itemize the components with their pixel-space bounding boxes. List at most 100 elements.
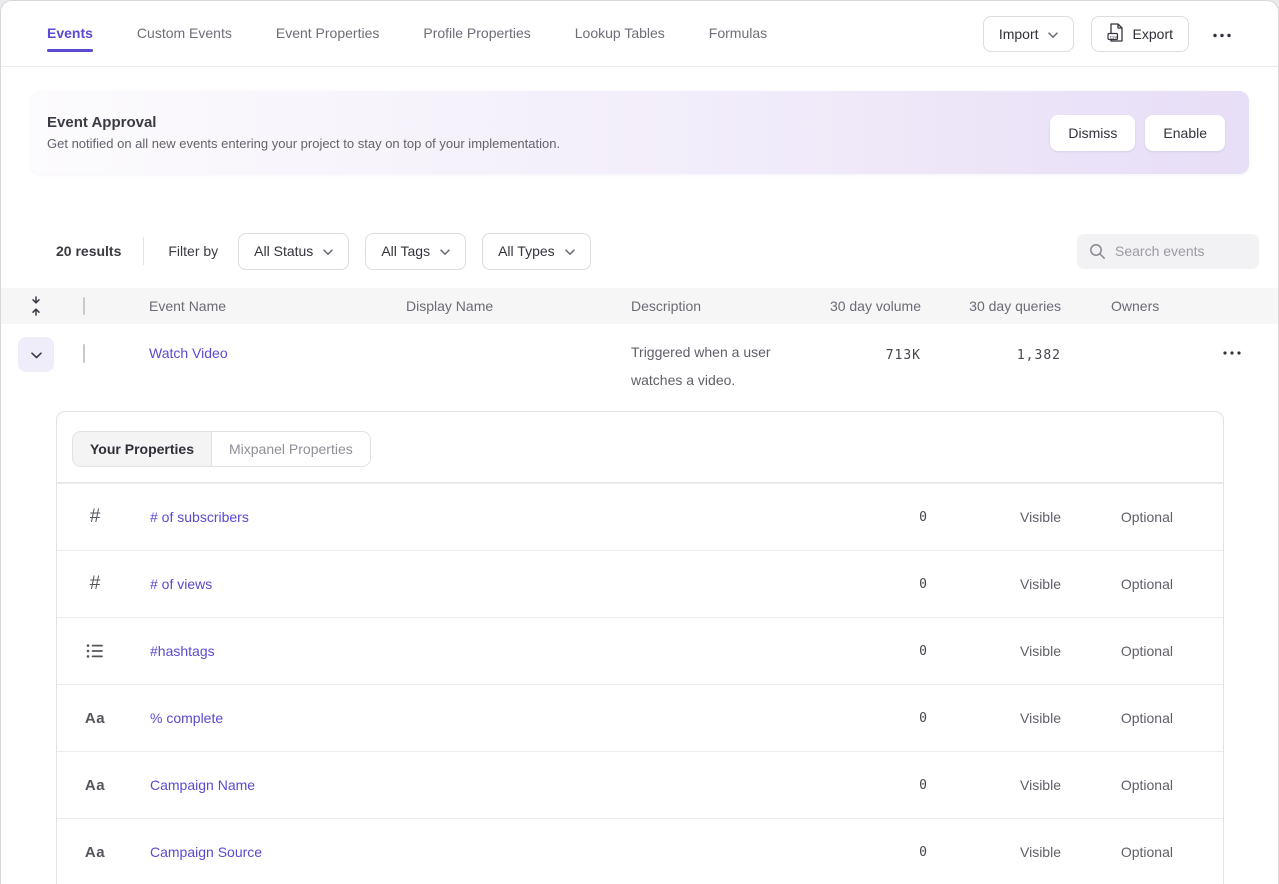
tab-label: Profile Properties bbox=[423, 25, 530, 41]
divider bbox=[143, 237, 144, 265]
event-properties-panel: Your Properties Mixpanel Properties # # … bbox=[56, 411, 1224, 884]
property-requirement: Optional bbox=[1061, 844, 1173, 860]
tab-formulas[interactable]: Formulas bbox=[709, 1, 767, 41]
queries-value: 1,382 bbox=[1017, 348, 1061, 363]
property-requirement: Optional bbox=[1061, 576, 1173, 592]
filter-bar: 20 results Filter by All Status All Tags… bbox=[1, 233, 1278, 269]
property-name-link[interactable]: # of subscribers bbox=[150, 509, 878, 525]
table-header-row: Event Name Display Name Description 30 d… bbox=[1, 288, 1278, 324]
row-checkbox[interactable] bbox=[83, 344, 85, 363]
tab-label: Formulas bbox=[709, 25, 767, 41]
column-header-owners: Owners bbox=[1061, 298, 1211, 314]
ellipsis-icon bbox=[1212, 26, 1232, 41]
panel-tabs-area: Your Properties Mixpanel Properties bbox=[57, 412, 1223, 483]
property-visibility: Visible bbox=[928, 710, 1061, 726]
column-header-queries: 30 day queries bbox=[921, 298, 1061, 314]
tab-label: Custom Events bbox=[137, 25, 232, 41]
collapse-all-icon[interactable] bbox=[29, 294, 45, 318]
banner-text: Event Approval Get notified on all new e… bbox=[47, 114, 1050, 151]
select-all-checkbox[interactable] bbox=[83, 297, 85, 315]
tab-lookup-tables[interactable]: Lookup Tables bbox=[575, 1, 665, 41]
nav-actions: Import csv Export bbox=[983, 16, 1238, 52]
csv-file-icon: csv bbox=[1107, 23, 1124, 45]
chevron-down-icon bbox=[323, 243, 333, 259]
lexicon-page: Events Custom Events Event Properties Pr… bbox=[0, 0, 1279, 884]
property-name-link[interactable]: #hashtags bbox=[150, 643, 878, 659]
table-row: Watch Video Triggered when a user watche… bbox=[1, 324, 1278, 411]
property-visibility: Visible bbox=[928, 643, 1061, 659]
property-row: Aa % complete 0 Visible Optional bbox=[57, 684, 1223, 751]
status-filter-label: All Status bbox=[254, 243, 313, 259]
property-row: # # of views 0 Visible Optional bbox=[57, 550, 1223, 617]
tab-label: Lookup Tables bbox=[575, 25, 665, 41]
tab-profile-properties[interactable]: Profile Properties bbox=[423, 1, 530, 41]
search-box bbox=[1077, 234, 1259, 269]
row-more-options-button[interactable] bbox=[1217, 339, 1247, 362]
column-header-volume: 30 day volume bbox=[821, 298, 921, 314]
event-name-link[interactable]: Watch Video bbox=[149, 344, 228, 361]
property-visibility: Visible bbox=[928, 576, 1061, 592]
chevron-down-icon bbox=[1048, 26, 1058, 42]
text-type-icon: Aa bbox=[85, 844, 105, 861]
export-button[interactable]: csv Export bbox=[1091, 16, 1189, 52]
svg-text:csv: csv bbox=[1109, 35, 1117, 40]
property-row: # # of subscribers 0 Visible Optional bbox=[57, 483, 1223, 550]
filter-dropdowns: All Status All Tags All Types bbox=[238, 233, 590, 270]
property-name-link[interactable]: Campaign Source bbox=[150, 844, 878, 860]
property-row: Aa Campaign Source 0 Visible Optional bbox=[57, 818, 1223, 884]
property-row: Aa Campaign Name 0 Visible Optional bbox=[57, 751, 1223, 818]
number-type-icon: # bbox=[85, 573, 105, 595]
property-name-link[interactable]: % complete bbox=[150, 710, 878, 726]
event-approval-banner: Event Approval Get notified on all new e… bbox=[31, 91, 1249, 174]
tab-your-properties[interactable]: Your Properties bbox=[73, 432, 212, 466]
tab-label: Events bbox=[47, 25, 93, 41]
property-name-link[interactable]: # of views bbox=[150, 576, 878, 592]
active-tab-underline bbox=[47, 49, 93, 52]
display-name-cell bbox=[406, 324, 631, 344]
volume-value: 713K bbox=[886, 348, 921, 363]
column-header-display-name: Display Name bbox=[406, 298, 631, 314]
owners-cell bbox=[1061, 324, 1211, 344]
property-value: 0 bbox=[878, 778, 928, 793]
types-filter-label: All Types bbox=[498, 243, 555, 259]
more-options-button[interactable] bbox=[1206, 22, 1238, 45]
tab-event-properties[interactable]: Event Properties bbox=[276, 1, 380, 41]
types-filter-dropdown[interactable]: All Types bbox=[482, 233, 591, 270]
banner-description: Get notified on all new events entering … bbox=[47, 136, 1050, 151]
property-value: 0 bbox=[878, 845, 928, 860]
tags-filter-dropdown[interactable]: All Tags bbox=[365, 233, 466, 270]
import-button[interactable]: Import bbox=[983, 16, 1074, 52]
top-navigation: Events Custom Events Event Properties Pr… bbox=[1, 1, 1278, 67]
tab-mixpanel-properties[interactable]: Mixpanel Properties bbox=[212, 432, 370, 466]
filter-by-label: Filter by bbox=[168, 243, 218, 259]
property-visibility: Visible bbox=[928, 509, 1061, 525]
import-button-label: Import bbox=[999, 26, 1039, 42]
number-type-icon: # bbox=[85, 506, 105, 528]
dismiss-button[interactable]: Dismiss bbox=[1050, 115, 1135, 151]
ellipsis-icon bbox=[1223, 343, 1241, 358]
property-requirement: Optional bbox=[1061, 509, 1173, 525]
property-requirement: Optional bbox=[1061, 710, 1173, 726]
list-type-icon bbox=[85, 643, 105, 659]
banner-actions: Dismiss Enable bbox=[1050, 115, 1225, 151]
text-type-icon: Aa bbox=[85, 777, 105, 794]
enable-button[interactable]: Enable bbox=[1145, 115, 1225, 151]
tab-events[interactable]: Events bbox=[47, 1, 93, 52]
property-requirement: Optional bbox=[1061, 777, 1173, 793]
tab-custom-events[interactable]: Custom Events bbox=[137, 1, 232, 41]
status-filter-dropdown[interactable]: All Status bbox=[238, 233, 349, 270]
property-name-link[interactable]: Campaign Name bbox=[150, 777, 878, 793]
property-visibility: Visible bbox=[928, 844, 1061, 860]
chevron-down-icon bbox=[565, 243, 575, 259]
properties-tab-group: Your Properties Mixpanel Properties bbox=[72, 431, 371, 467]
column-header-event-name: Event Name bbox=[149, 298, 406, 314]
results-count: 20 results bbox=[56, 243, 121, 259]
tags-filter-label: All Tags bbox=[381, 243, 430, 259]
banner-title: Event Approval bbox=[47, 114, 1050, 131]
property-value: 0 bbox=[878, 644, 928, 659]
tab-label: Event Properties bbox=[276, 25, 380, 41]
chevron-down-icon bbox=[440, 243, 450, 259]
nav-tabs: Events Custom Events Event Properties Pr… bbox=[47, 1, 767, 66]
row-expander-button[interactable] bbox=[18, 337, 54, 372]
property-visibility: Visible bbox=[928, 777, 1061, 793]
